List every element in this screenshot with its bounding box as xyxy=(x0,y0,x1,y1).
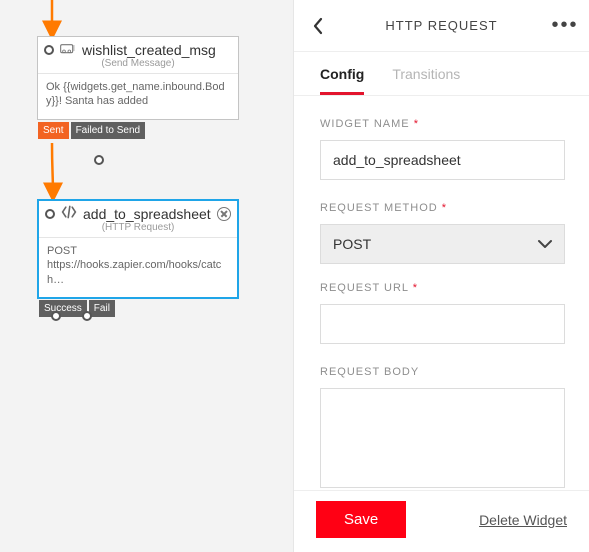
tab-config[interactable]: Config xyxy=(320,66,364,95)
flow-canvas[interactable]: wishlist_created_msg (Send Message) Ok {… xyxy=(0,0,293,552)
label-widget-name: WIDGET NAME * xyxy=(320,118,565,130)
label-request-body: REQUEST BODY xyxy=(320,366,565,378)
config-panel: HTTP REQUEST ••• Config Transitions WIDG… xyxy=(293,0,589,552)
save-button[interactable]: Save xyxy=(316,501,406,538)
panel-footer: Save Delete Widget xyxy=(294,490,589,552)
request-method-value[interactable] xyxy=(320,224,565,264)
send-message-icon xyxy=(60,41,76,58)
port-fail[interactable] xyxy=(82,311,92,321)
pill-fail[interactable]: Fail xyxy=(89,300,115,317)
pill-sent[interactable]: Sent xyxy=(38,122,69,139)
input-port-icon xyxy=(44,45,54,55)
pill-failed[interactable]: Failed to Send xyxy=(71,122,146,139)
body-url: https://hooks.zapier.com/hooks/catch… xyxy=(47,258,229,287)
config-form[interactable]: WIDGET NAME * REQUEST METHOD * REQUEST U… xyxy=(294,96,589,490)
widget-body: Ok {{widgets.get_name.inbound.Body}}! Sa… xyxy=(38,73,238,119)
widget-add-to-spreadsheet[interactable]: add_to_spreadsheet (HTTP Request) POST h… xyxy=(37,199,239,299)
back-button[interactable] xyxy=(298,17,338,35)
port-success[interactable] xyxy=(51,311,61,321)
widget-name-input[interactable] xyxy=(320,140,565,180)
widget-title: wishlist_created_msg xyxy=(82,42,232,58)
widget-title: add_to_spreadsheet xyxy=(83,206,211,222)
panel-header: HTTP REQUEST ••• xyxy=(294,0,589,52)
body-method: POST xyxy=(47,244,229,258)
tab-transitions[interactable]: Transitions xyxy=(392,66,460,95)
label-request-method: REQUEST METHOD * xyxy=(320,202,565,214)
http-request-icon xyxy=(61,205,77,222)
request-url-input[interactable] xyxy=(320,304,565,344)
more-button[interactable]: ••• xyxy=(545,14,585,37)
close-icon[interactable] xyxy=(217,207,231,221)
chevron-left-icon xyxy=(312,17,324,35)
label-request-url: REQUEST URL * xyxy=(320,282,565,294)
input-port-icon xyxy=(45,209,55,219)
request-method-select[interactable] xyxy=(320,224,565,264)
request-body-textarea[interactable] xyxy=(320,388,565,488)
widget-wishlist-created-msg[interactable]: wishlist_created_msg (Send Message) Ok {… xyxy=(37,36,239,120)
ellipsis-icon: ••• xyxy=(551,14,578,37)
panel-title: HTTP REQUEST xyxy=(338,18,545,33)
port-failed-to-send[interactable] xyxy=(94,155,104,165)
delete-widget-link[interactable]: Delete Widget xyxy=(479,512,567,528)
pill-success[interactable]: Success xyxy=(39,300,87,317)
panel-tabs: Config Transitions xyxy=(294,52,589,96)
widget-subtype: (HTTP Request) xyxy=(39,222,237,237)
widget-subtype: (Send Message) xyxy=(38,58,238,73)
widget-body: POST https://hooks.zapier.com/hooks/catc… xyxy=(39,237,237,297)
